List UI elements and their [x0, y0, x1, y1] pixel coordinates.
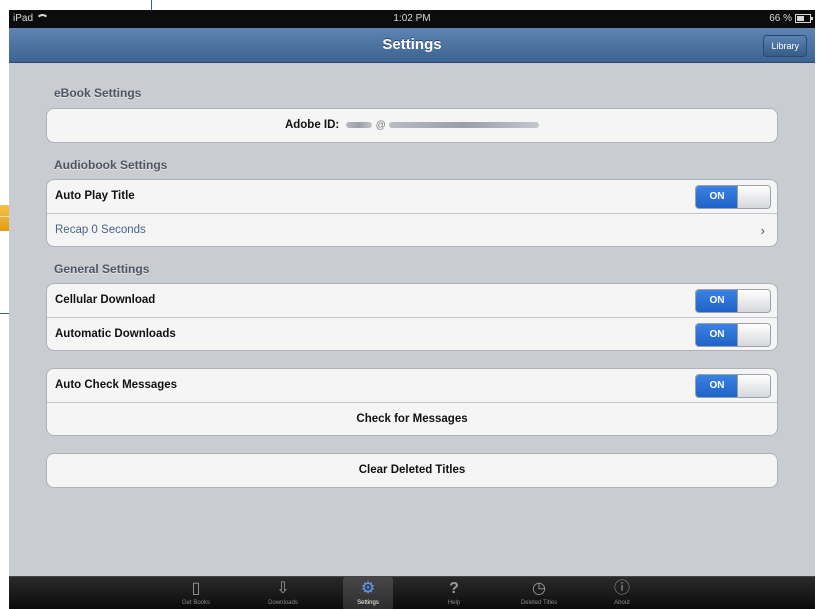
- auto-play-toggle[interactable]: ON: [695, 185, 771, 209]
- check-for-messages-button[interactable]: Check for Messages: [47, 402, 777, 435]
- auto-play-row: Auto Play Title ON: [47, 180, 777, 213]
- auto-check-messages-toggle[interactable]: ON: [695, 374, 771, 398]
- redacted-text: [389, 121, 540, 128]
- chevron-right-icon: ›: [760, 223, 765, 238]
- toggle-on-label: ON: [696, 290, 738, 312]
- auto-play-label: Auto Play Title: [55, 190, 135, 202]
- adobe-id-label: Adobe ID:: [284, 119, 340, 131]
- check-for-messages-label: Check for Messages: [356, 413, 468, 425]
- auto-check-messages-row: Auto Check Messages ON: [47, 369, 777, 402]
- adobe-id-row[interactable]: Adobe ID: @: [47, 109, 777, 142]
- tab-settings[interactable]: ⚙ Settings: [343, 577, 393, 609]
- auto-check-messages-label: Auto Check Messages: [55, 379, 178, 391]
- toggle-knob: [737, 290, 770, 312]
- question-icon: ?: [449, 580, 459, 597]
- toggle-on-label: ON: [696, 375, 738, 397]
- tab-about[interactable]: ⓘ About: [597, 577, 647, 609]
- ebook-group: Adobe ID: @: [46, 108, 778, 143]
- cellular-download-toggle[interactable]: ON: [695, 289, 771, 313]
- tab-bar: ▯ Get Books ⇩ Downloads ⚙ Settings ? Hel…: [9, 576, 815, 609]
- redacted-text: [346, 121, 373, 128]
- section-header-ebook: eBook Settings: [54, 86, 142, 100]
- toggle-on-label: ON: [696, 186, 738, 208]
- adobe-id: Adobe ID: @: [47, 119, 777, 131]
- tab-downloads[interactable]: ⇩ Downloads: [258, 577, 308, 609]
- gears-icon: ⚙: [360, 580, 376, 597]
- general-group: Cellular Download ON Automatic Downloads…: [46, 283, 778, 351]
- toggle-knob: [737, 375, 770, 397]
- tab-deleted-titles[interactable]: ◷ Deleted Titles: [514, 577, 564, 609]
- tab-label: Downloads: [268, 600, 298, 606]
- automatic-downloads-row: Automatic Downloads ON: [47, 317, 777, 350]
- info-icon: ⓘ: [613, 580, 630, 597]
- battery-icon: [795, 14, 813, 23]
- tab-get-books[interactable]: ▯ Get Books: [171, 577, 221, 609]
- download-icon: ⇩: [276, 580, 290, 597]
- book-icon: ▯: [191, 580, 201, 597]
- clear-deleted-titles-label: Clear Deleted Titles: [358, 464, 466, 476]
- recap-label: Recap 0 Seconds: [55, 224, 146, 236]
- adobe-id-at: @: [375, 120, 386, 131]
- status-bar: iPad 1:02 PM 66 %: [9, 10, 815, 28]
- tab-help[interactable]: ? Help: [429, 577, 479, 609]
- tab-label: Help: [447, 600, 461, 606]
- tab-label: Settings: [357, 600, 379, 606]
- battery-status: 66 %: [769, 13, 813, 24]
- audiobook-group: Auto Play Title ON Recap 0 Seconds ›: [46, 179, 778, 247]
- settings-content: eBook Settings Adobe ID: @ Audiobook Set…: [9, 63, 815, 576]
- toggle-knob: [737, 324, 770, 346]
- section-header-general: General Settings: [54, 262, 150, 276]
- navigation-bar: Settings Library: [9, 28, 815, 63]
- toggle-on-label: ON: [696, 324, 738, 346]
- battery-percent: 66 %: [769, 13, 792, 24]
- cellular-download-row: Cellular Download ON: [47, 284, 777, 317]
- cellular-download-label: Cellular Download: [55, 294, 156, 306]
- clear-group: Clear Deleted Titles: [46, 453, 778, 488]
- tab-label: Deleted Titles: [520, 600, 558, 606]
- automatic-downloads-toggle[interactable]: ON: [695, 323, 771, 347]
- clock: 1:02 PM: [393, 13, 431, 24]
- ipad-screen: iPad 1:02 PM 66 % Settings Library eBook…: [9, 10, 815, 609]
- automatic-downloads-label: Automatic Downloads: [55, 328, 176, 340]
- messages-group: Auto Check Messages ON Check for Message…: [46, 368, 778, 436]
- clock-icon: ◷: [532, 580, 546, 597]
- page-title: Settings: [382, 36, 442, 53]
- tab-label: Get Books: [181, 600, 210, 606]
- recap-row[interactable]: Recap 0 Seconds ›: [47, 213, 777, 246]
- tab-label: About: [614, 600, 630, 606]
- library-button[interactable]: Library: [763, 35, 807, 57]
- section-header-audiobook: Audiobook Settings: [54, 158, 168, 172]
- clear-deleted-titles-button[interactable]: Clear Deleted Titles: [47, 454, 777, 487]
- toggle-knob: [737, 186, 770, 208]
